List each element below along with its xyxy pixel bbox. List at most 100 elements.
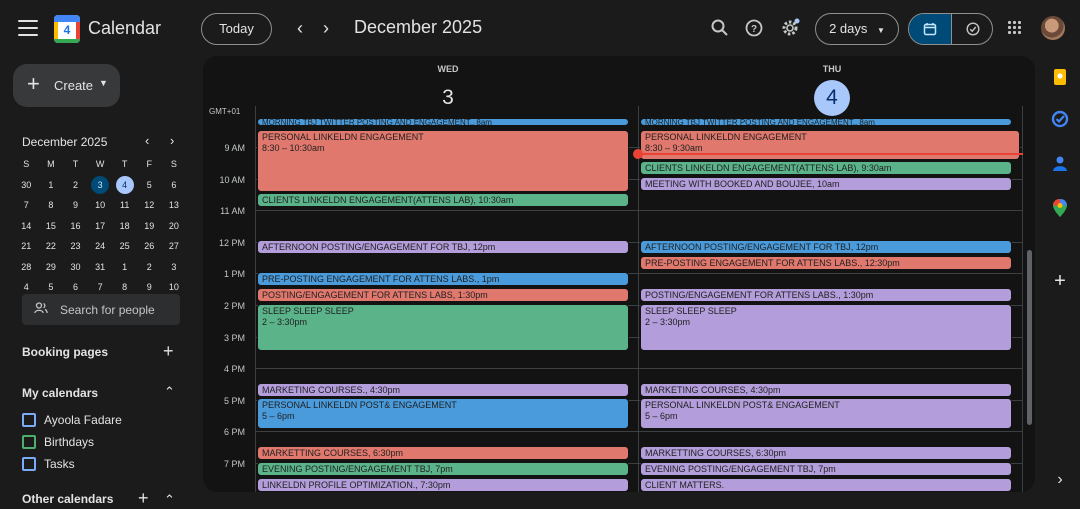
mini-day[interactable]: 24 [88,237,113,255]
mini-day[interactable]: 1 [39,176,64,194]
search-icon[interactable] [709,18,731,40]
event-wed-1[interactable]: PERSONAL LINKELDN ENGAGEMENT 8:30 – 10:30… [257,130,629,192]
view-switcher-button[interactable]: 2 days ▼ [815,13,899,45]
create-button[interactable]: + Create ▼ [13,64,120,107]
google-apps-icon[interactable] [1008,21,1022,35]
mini-day[interactable]: 9 [63,196,88,214]
mini-day[interactable]: 2 [63,176,88,194]
event-wed-5[interactable]: POSTING/ENGAGEMENT FOR ATTENS LABS, 1:30… [257,288,629,302]
collapse-chevron-icon[interactable]: ⌃ [164,384,175,400]
event-wed-8[interactable]: PERSONAL LINKELDN POST& ENGAGEMENT 5 – 6p… [257,398,629,429]
event-wed-0[interactable]: MORNING TBJ TWITTER POSTING AND ENGAGEME… [257,118,629,126]
event-thu-6[interactable]: POSTING/ENGAGEMENT FOR ATTENS LABS., 1:3… [640,288,1012,302]
mini-day[interactable]: 8 [39,196,64,214]
maps-icon[interactable] [1050,198,1070,218]
mini-day-label: 30 [70,261,81,272]
event-wed-9[interactable]: MARKETTING COURSES, 6:30pm [257,446,629,460]
my-calendars-heading[interactable]: My calendars [22,386,98,400]
hour-gridline [255,210,1023,212]
event-thu-1[interactable]: PERSONAL LINKELDN ENGAGEMENT 8:30 – 9:30a… [640,130,1020,160]
mini-day[interactable]: 28 [14,258,39,276]
mini-day[interactable]: 2 [137,258,162,276]
event-thu-2[interactable]: CLIENTS LINKELDN ENGAGEMENT(ATTENS LAB),… [640,161,1012,175]
mini-day[interactable]: 4 [112,175,137,194]
event-thu-9[interactable]: PERSONAL LINKELDN POST& ENGAGEMENT 5 – 6p… [640,398,1012,429]
mini-day[interactable]: 14 [14,217,39,235]
event-thu-4[interactable]: AFTERNOON POSTING/ENGAGEMENT FOR TBJ, 12… [640,240,1012,254]
mini-prev-month-icon[interactable]: ‹ [145,133,149,148]
mini-day[interactable]: 13 [162,196,187,214]
mini-day[interactable]: 30 [14,176,39,194]
event-thu-12[interactable]: CLIENT MATTERS. [640,478,1012,492]
previous-period-icon[interactable]: ‹ [288,16,312,40]
event-wed-6[interactable]: SLEEP SLEEP SLEEP 2 – 3:30pm [257,304,629,351]
mini-day[interactable]: 21 [14,237,39,255]
event-wed-4[interactable]: PRE-POSTING ENGAGEMENT FOR ATTENS LABS.,… [257,272,629,286]
mini-day[interactable]: 15 [39,217,64,235]
mini-day[interactable]: 3 [88,175,113,194]
event-time: 8:30 – 10:30am [262,143,325,153]
mini-day[interactable]: 3 [162,258,187,276]
today-button[interactable]: Today [201,13,272,45]
grid-scrollbar[interactable] [1027,250,1032,425]
mini-day[interactable]: 26 [137,237,162,255]
mini-day[interactable]: 31 [88,258,113,276]
event-thu-5[interactable]: PRE-POSTING ENGAGEMENT FOR ATTENS LABS.,… [640,256,1012,270]
mini-day[interactable]: 6 [162,176,187,194]
mini-day[interactable]: 20 [162,217,187,235]
event-wed-11[interactable]: LINKELDN PROFILE OPTIMIZATION., 7:30pm [257,478,629,492]
calendar-checkbox[interactable] [22,435,36,449]
event-thu-8[interactable]: MARKETING COURSES, 4:30pm [640,383,1012,397]
event-wed-3[interactable]: AFTERNOON POSTING/ENGAGEMENT FOR TBJ, 12… [257,240,629,254]
mini-day[interactable]: 19 [137,217,162,235]
add-other-calendar-icon[interactable]: + [138,488,149,509]
account-avatar[interactable] [1041,16,1065,40]
mini-day[interactable]: 22 [39,237,64,255]
event-wed-7[interactable]: MARKETING COURSES., 4:30pm [257,383,629,397]
mini-day[interactable]: 16 [63,217,88,235]
mini-day[interactable]: 17 [88,217,113,235]
booking-pages-heading[interactable]: Booking pages [22,345,108,359]
mini-day[interactable]: 5 [137,176,162,194]
event-wed-10[interactable]: EVENING POSTING/ENGAGEMENT TBJ, 7pm [257,462,629,476]
calendar-logo[interactable]: 4 [54,15,80,43]
mini-day[interactable]: 7 [14,196,39,214]
main-menu-icon[interactable] [18,20,38,36]
keep-icon[interactable] [1050,68,1070,88]
event-wed-2[interactable]: CLIENTS LINKELDN ENGAGEMENT(ATTENS LAB),… [257,193,629,207]
contacts-icon[interactable] [1050,154,1070,174]
event-thu-10[interactable]: MARKETTING COURSES, 6:30pm [640,446,1012,460]
tasks-icon[interactable] [1050,110,1070,130]
collapse-chevron-icon[interactable]: ⌃ [164,492,175,508]
day-number-3[interactable]: 3 [430,80,466,116]
mini-day[interactable]: 23 [63,237,88,255]
event-thu-0[interactable]: MORNING TBJ TWITTER POSTING AND ENGAGEME… [640,118,1012,126]
add-addon-icon[interactable]: + [1050,270,1070,292]
mini-day[interactable]: 25 [112,237,137,255]
other-calendars-heading[interactable]: Other calendars [22,492,113,506]
event-thu-3[interactable]: MEETING WITH BOOKED AND BOUJEE, 10am [640,177,1012,191]
next-period-icon[interactable]: › [314,16,338,40]
expand-panel-chevron-icon[interactable]: › [1050,471,1070,491]
mini-weekday: S [170,159,177,170]
event-thu-7[interactable]: SLEEP SLEEP SLEEP 2 – 3:30pm [640,304,1012,351]
calendar-view-toggle[interactable] [909,14,951,44]
settings-gear-icon[interactable] [779,18,801,40]
calendar-checkbox[interactable] [22,413,36,427]
mini-next-month-icon[interactable]: › [170,133,174,148]
mini-day[interactable]: 10 [88,196,113,214]
mini-day[interactable]: 27 [162,237,187,255]
mini-day[interactable]: 1 [112,258,137,276]
mini-day[interactable]: 11 [112,196,137,214]
help-icon[interactable]: ? [743,18,765,40]
search-people-input[interactable]: Search for people [22,294,180,325]
event-thu-11[interactable]: EVENING POSTING/ENGAGEMENT TBJ, 7pm [640,462,1012,476]
mini-day[interactable]: 29 [39,258,64,276]
add-booking-page-icon[interactable]: + [163,341,174,362]
calendar-checkbox[interactable] [22,457,36,471]
tasks-view-toggle[interactable] [951,14,992,44]
mini-day[interactable]: 12 [137,196,162,214]
mini-day[interactable]: 30 [63,258,88,276]
day-number-today[interactable]: 4 [814,80,850,116]
mini-day[interactable]: 18 [112,217,137,235]
